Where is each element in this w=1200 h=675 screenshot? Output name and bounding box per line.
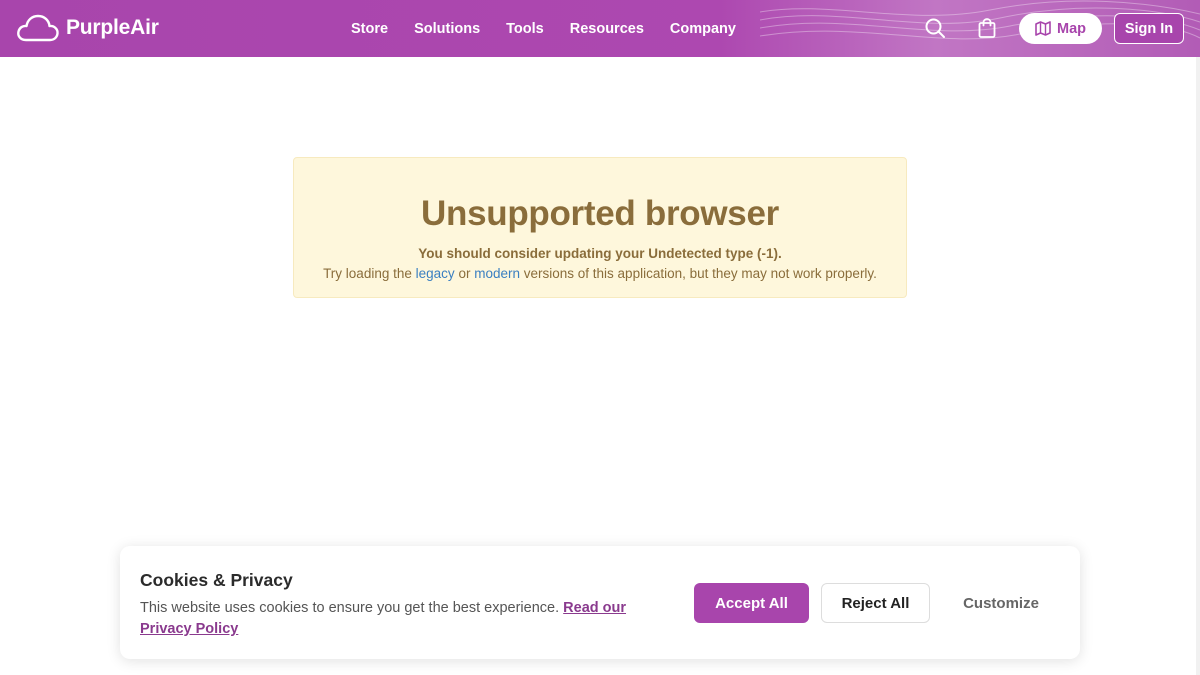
accept-all-button[interactable]: Accept All <box>694 583 809 623</box>
legacy-link[interactable]: legacy <box>416 266 455 281</box>
map-button[interactable]: Map <box>1019 13 1102 44</box>
alert-suggestion-prefix: Try loading the <box>323 266 412 281</box>
alert-suggestion-suffix: versions of this application, but they m… <box>523 266 877 281</box>
site-header: PurpleAir Store Solutions Tools Resource… <box>0 0 1200 57</box>
cookie-banner-title: Cookies & Privacy <box>140 570 293 590</box>
cookie-banner-message: This website uses cookies to ensure you … <box>140 600 560 616</box>
nav-item-solutions[interactable]: Solutions <box>414 21 480 37</box>
nav-item-company[interactable]: Company <box>670 21 736 37</box>
alert-suggestion: Try loading the legacy or modern version… <box>294 266 906 281</box>
nav-item-store[interactable]: Store <box>351 21 388 37</box>
alert-suggestion-or: or <box>458 266 471 281</box>
cloud-icon <box>17 14 59 42</box>
cookie-banner-text: This website uses cookies to ensure you … <box>140 598 670 640</box>
search-icon[interactable] <box>924 17 946 39</box>
shopping-bag-icon[interactable] <box>976 17 998 39</box>
page-scrollbar[interactable] <box>1196 57 1200 675</box>
customize-button[interactable]: Customize <box>944 583 1058 623</box>
modern-link[interactable]: modern <box>474 266 520 281</box>
unsupported-browser-alert: Unsupported browser You should consider … <box>293 157 907 298</box>
cookie-banner: Cookies & Privacy This website uses cook… <box>120 546 1080 659</box>
main-nav: Store Solutions Tools Resources Company <box>351 0 762 57</box>
sign-in-button[interactable]: Sign In <box>1114 13 1184 44</box>
nav-item-resources[interactable]: Resources <box>570 21 644 37</box>
map-icon <box>1035 21 1051 36</box>
reject-all-button[interactable]: Reject All <box>821 583 930 623</box>
alert-title: Unsupported browser <box>421 194 779 233</box>
nav-item-tools[interactable]: Tools <box>506 21 544 37</box>
map-button-label: Map <box>1057 20 1086 37</box>
brand-logo[interactable]: PurpleAir <box>16 10 159 46</box>
alert-message: You should consider updating your Undete… <box>418 246 782 261</box>
brand-name: PurpleAir <box>66 16 159 39</box>
